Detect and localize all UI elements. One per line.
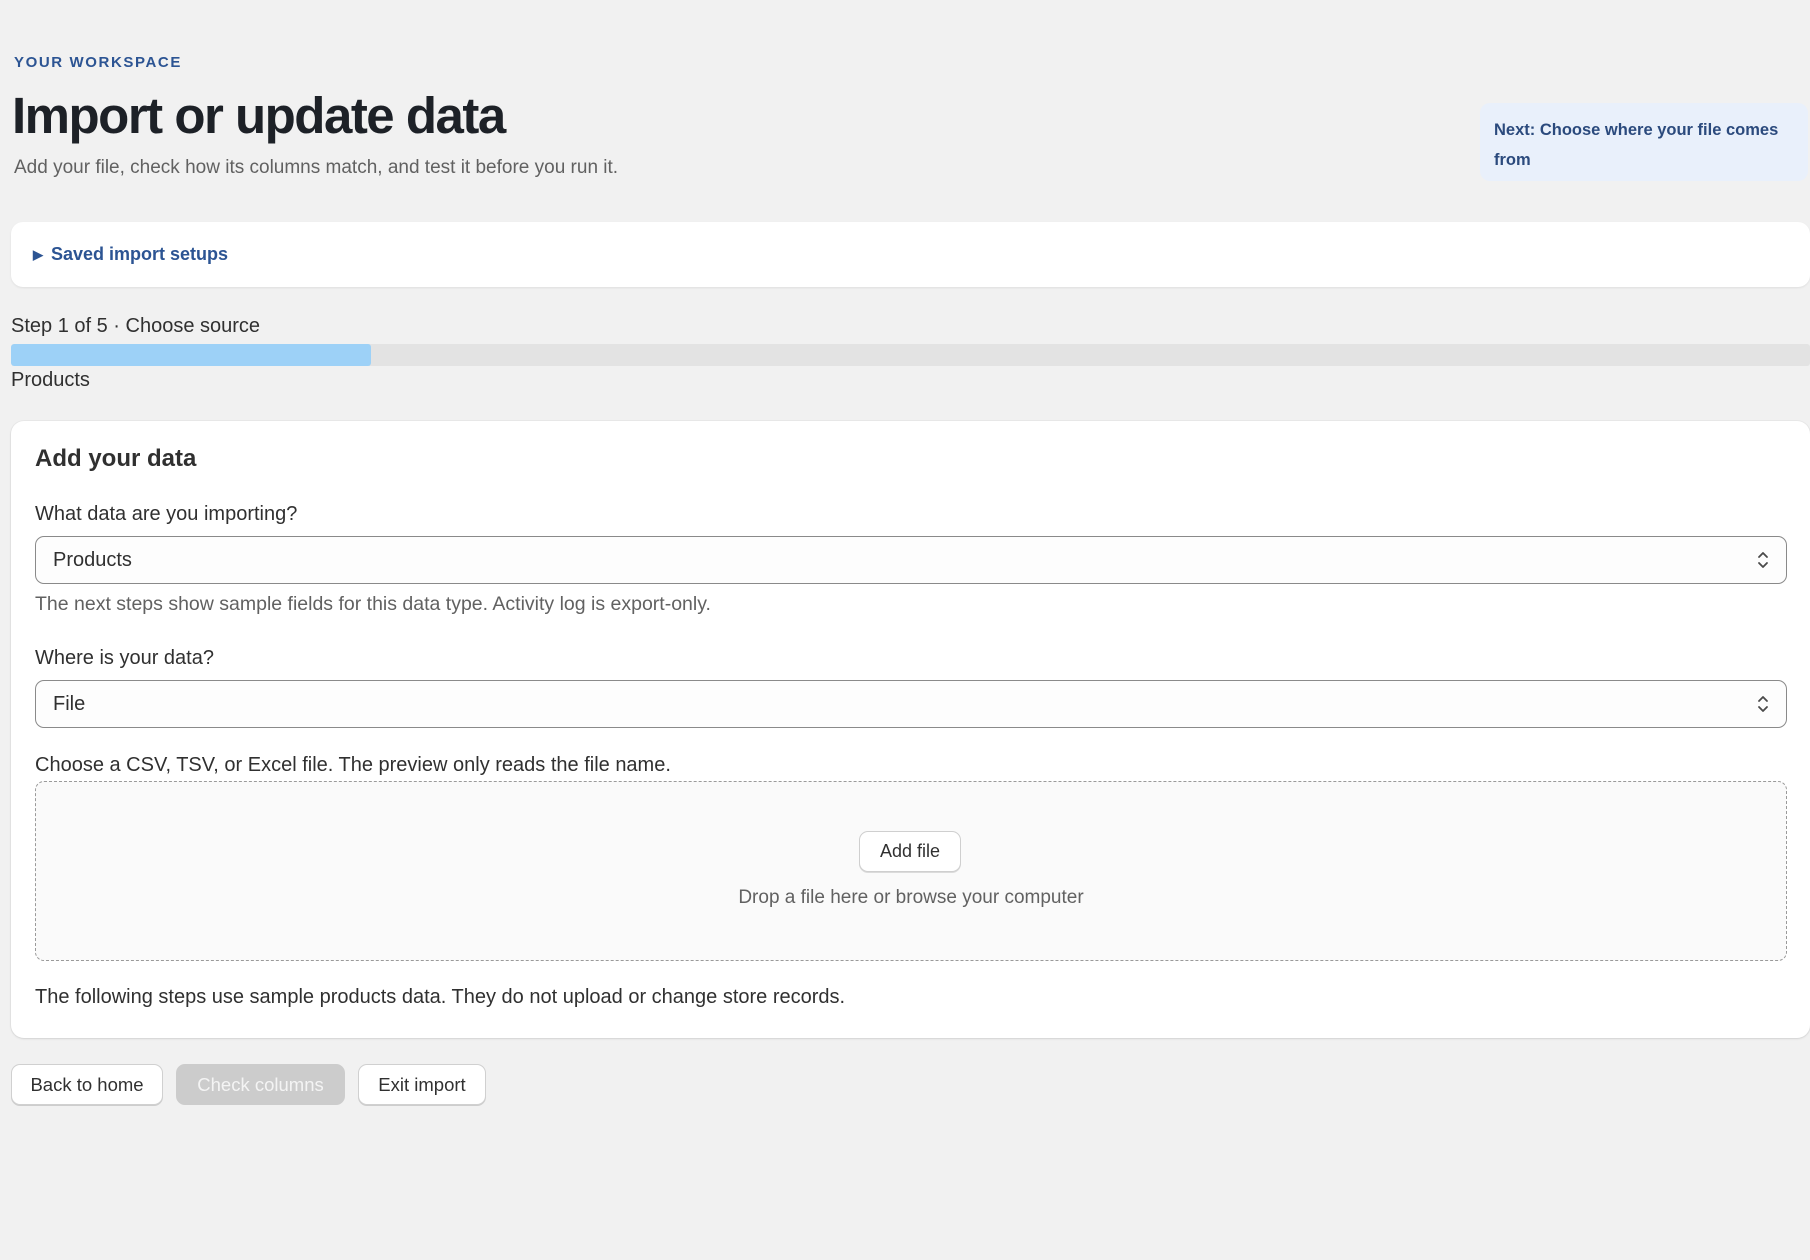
data-type-selected-value: Products bbox=[53, 548, 132, 571]
dropzone-hint: Drop a file here or browse your computer bbox=[738, 887, 1084, 908]
progress-bar-fill bbox=[11, 344, 371, 366]
file-help-label: Choose a CSV, TSV, or Excel file. The pr… bbox=[35, 754, 671, 776]
back-to-home-button[interactable]: Back to home bbox=[11, 1064, 163, 1105]
workspace-eyebrow: YOUR WORKSPACE bbox=[14, 54, 182, 71]
progress-bar bbox=[11, 344, 1810, 366]
progress-caption: Products bbox=[11, 369, 90, 391]
import-page: YOUR WORKSPACE Import or update data Add… bbox=[0, 0, 1810, 1260]
data-type-select[interactable]: Products bbox=[35, 536, 1787, 584]
source-select[interactable]: File bbox=[35, 680, 1787, 728]
add-data-card: Add your data What data are you importin… bbox=[11, 421, 1810, 1038]
data-type-label: What data are you importing? bbox=[35, 503, 298, 525]
exit-import-button[interactable]: Exit import bbox=[358, 1064, 486, 1105]
chevron-up-down-icon bbox=[1758, 696, 1768, 712]
step-indicator: Step 1 of 5 · Choose source bbox=[11, 315, 261, 337]
check-columns-button[interactable]: Check columns bbox=[176, 1064, 345, 1105]
saved-import-setups-label: Saved import setups bbox=[51, 244, 229, 264]
card-title: Add your data bbox=[35, 445, 197, 472]
add-file-button[interactable]: Add file bbox=[859, 831, 961, 872]
page-title: Import or update data bbox=[12, 87, 506, 144]
source-selected-value: File bbox=[53, 692, 86, 715]
sample-data-note: The following steps use sample products … bbox=[35, 986, 846, 1008]
page-subtitle: Add your file, check how its columns mat… bbox=[14, 157, 619, 178]
chevron-up-down-icon bbox=[1758, 552, 1768, 568]
data-type-help: The next steps show sample fields for th… bbox=[35, 593, 711, 615]
source-label: Where is your data? bbox=[35, 647, 214, 669]
file-dropzone[interactable]: Add file Drop a file here or browse your… bbox=[35, 781, 1787, 961]
next-step-hint: Next: Choose where your file comes from bbox=[1480, 103, 1808, 181]
caret-right-icon: ▶ bbox=[33, 246, 43, 262]
saved-import-setups-toggle[interactable]: ▶ Saved import setups bbox=[11, 222, 1810, 287]
